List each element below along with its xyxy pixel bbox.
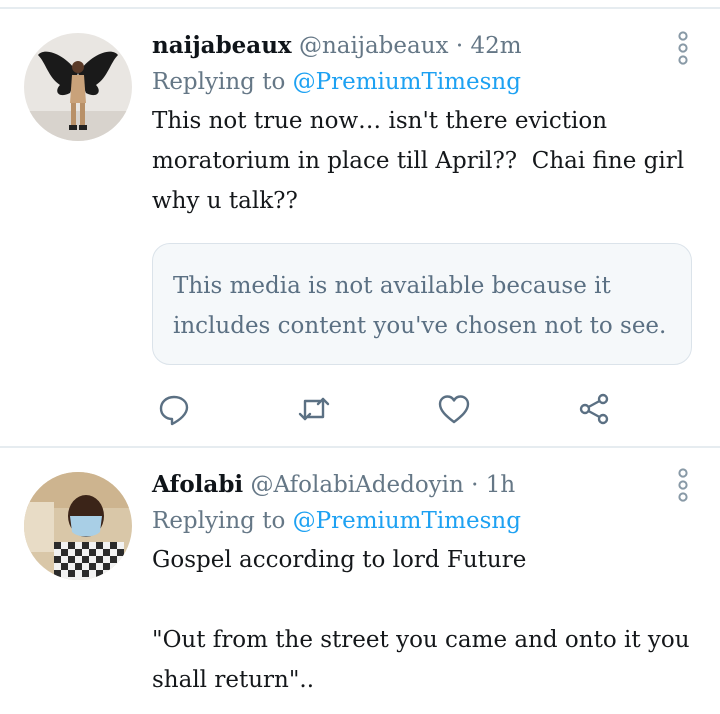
tweet-reply[interactable]: Afolabi @AfolabiAdedoyin · 1h Replying t…	[0, 448, 720, 714]
mention-link[interactable]: @PremiumTimesng	[293, 69, 521, 95]
mention-link[interactable]: @PremiumTimesng	[293, 508, 521, 534]
replying-prefix: Replying to	[152, 69, 286, 95]
share-icon[interactable]	[576, 391, 612, 427]
user-handle[interactable]: @AfolabiAdedoyin	[250, 472, 463, 498]
tweet-header: naijabeaux @naijabeaux · 42m	[152, 29, 694, 63]
tweet-content: naijabeaux @naijabeaux · 42m Replying to…	[152, 29, 694, 221]
tweet-text: Gospel according to lord Future "Out fro…	[152, 547, 690, 693]
avatar[interactable]	[24, 33, 132, 141]
like-icon[interactable]	[436, 391, 472, 427]
separator-dot: ·	[455, 33, 464, 59]
tweet-content: Afolabi @AfolabiAdedoyin · 1h Replying t…	[152, 468, 694, 700]
timestamp[interactable]: 1h	[486, 472, 515, 498]
replying-prefix: Replying to	[152, 508, 286, 534]
user-handle[interactable]: @naijabeaux	[299, 33, 449, 59]
timestamp[interactable]: 42m	[470, 33, 521, 59]
avatar[interactable]	[24, 472, 132, 580]
separator-dot: ·	[471, 472, 479, 498]
tweet-text: This not true now… isn't there eviction …	[152, 108, 692, 214]
replying-to-line: Replying to @PremiumTimesng	[152, 63, 694, 101]
media-unavailable-notice[interactable]: This media is not available because it i…	[152, 243, 692, 365]
tweet-reply[interactable]: naijabeaux @naijabeaux · 42m Replying to…	[0, 9, 720, 446]
tweet-actions	[156, 391, 626, 427]
more-options-icon[interactable]	[676, 31, 690, 65]
reply-icon[interactable]	[156, 391, 192, 427]
replying-to-line: Replying to @PremiumTimesng	[152, 502, 694, 540]
more-options-icon[interactable]	[676, 468, 690, 502]
display-name[interactable]: naijabeaux	[152, 32, 292, 59]
retweet-icon[interactable]	[296, 391, 332, 427]
tweet-header: Afolabi @AfolabiAdedoyin · 1h	[152, 468, 694, 502]
display-name[interactable]: Afolabi	[152, 471, 243, 498]
